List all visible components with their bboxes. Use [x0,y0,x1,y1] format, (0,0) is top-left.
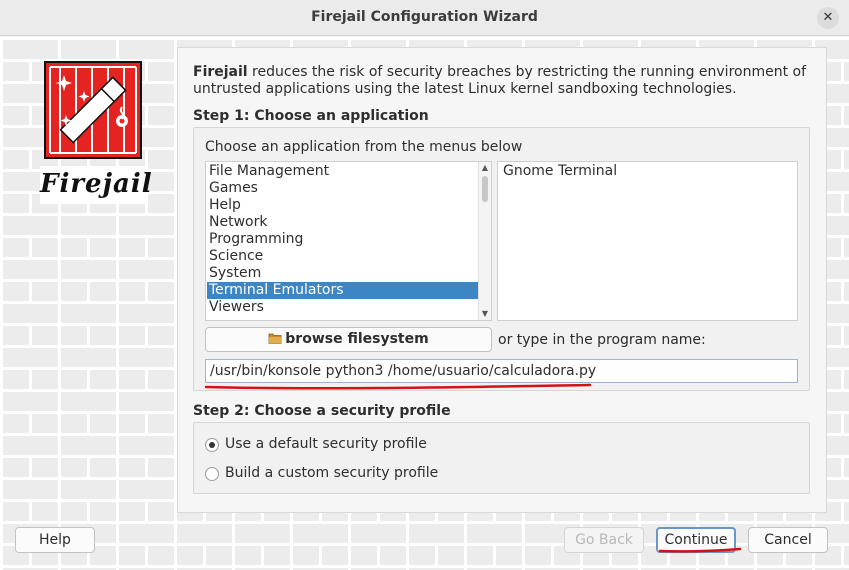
wizard-window: Firejail Configuration Wizard ✕ Firejail… [0,0,849,570]
input-underline-annotation [204,383,592,390]
annotation-overlay [204,383,742,553]
continue-underline-annotation [658,547,742,553]
